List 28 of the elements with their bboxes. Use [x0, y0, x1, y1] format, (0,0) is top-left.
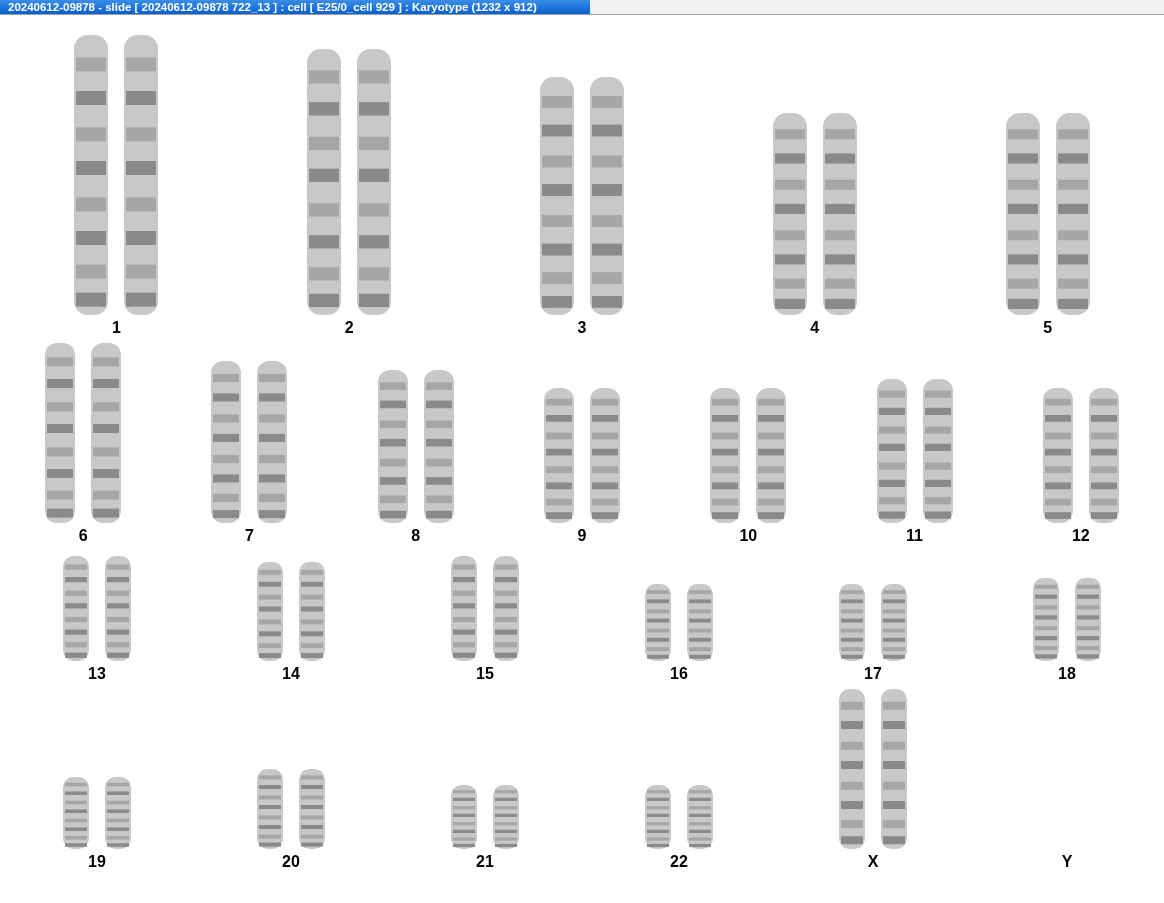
chromosome-label: 15: [476, 664, 494, 683]
chromosome-label: 11: [906, 526, 923, 545]
chromosome-label: 20: [282, 852, 300, 871]
chromosome-label: 22: [670, 852, 688, 871]
chromosome-pair-drawing: [645, 785, 713, 849]
chromosome-label: 5: [1043, 318, 1053, 337]
chromosome-label: 4: [810, 318, 820, 337]
chromosome-label: 3: [577, 318, 587, 337]
chromosome-label: 10: [739, 526, 758, 545]
chromosome-label: 1: [111, 318, 121, 337]
chromosome-label: 9: [577, 526, 587, 545]
chromosome-label: 18: [1058, 664, 1076, 683]
chromosome-label: 17: [864, 664, 882, 683]
chromosome-label: 12: [1071, 526, 1090, 545]
chromosome-label: X: [867, 852, 879, 871]
chromosome-label: 8: [411, 526, 421, 545]
chromosome-pair-drawing: [63, 777, 131, 849]
chromosome-pair-drawing: [451, 785, 519, 849]
chromosome-label: 14: [282, 664, 300, 683]
chromosome-label: Y: [1061, 852, 1073, 871]
chromosome-label: 2: [344, 318, 354, 337]
chromosome-label: 21: [476, 852, 494, 871]
chromosome-label: 16: [670, 664, 688, 683]
window-title: 20240612-09878 - slide [ 20240612-09878 722_13 ] : cell [ E25/0_cell 929 ] : Karyotype (1232 x 912): [0, 0, 590, 14]
chromosome-label: 6: [78, 526, 88, 545]
chromosome-label: 7: [244, 526, 254, 545]
chromosome-label: 13: [88, 664, 106, 683]
chromosome-label: 19: [88, 852, 106, 871]
